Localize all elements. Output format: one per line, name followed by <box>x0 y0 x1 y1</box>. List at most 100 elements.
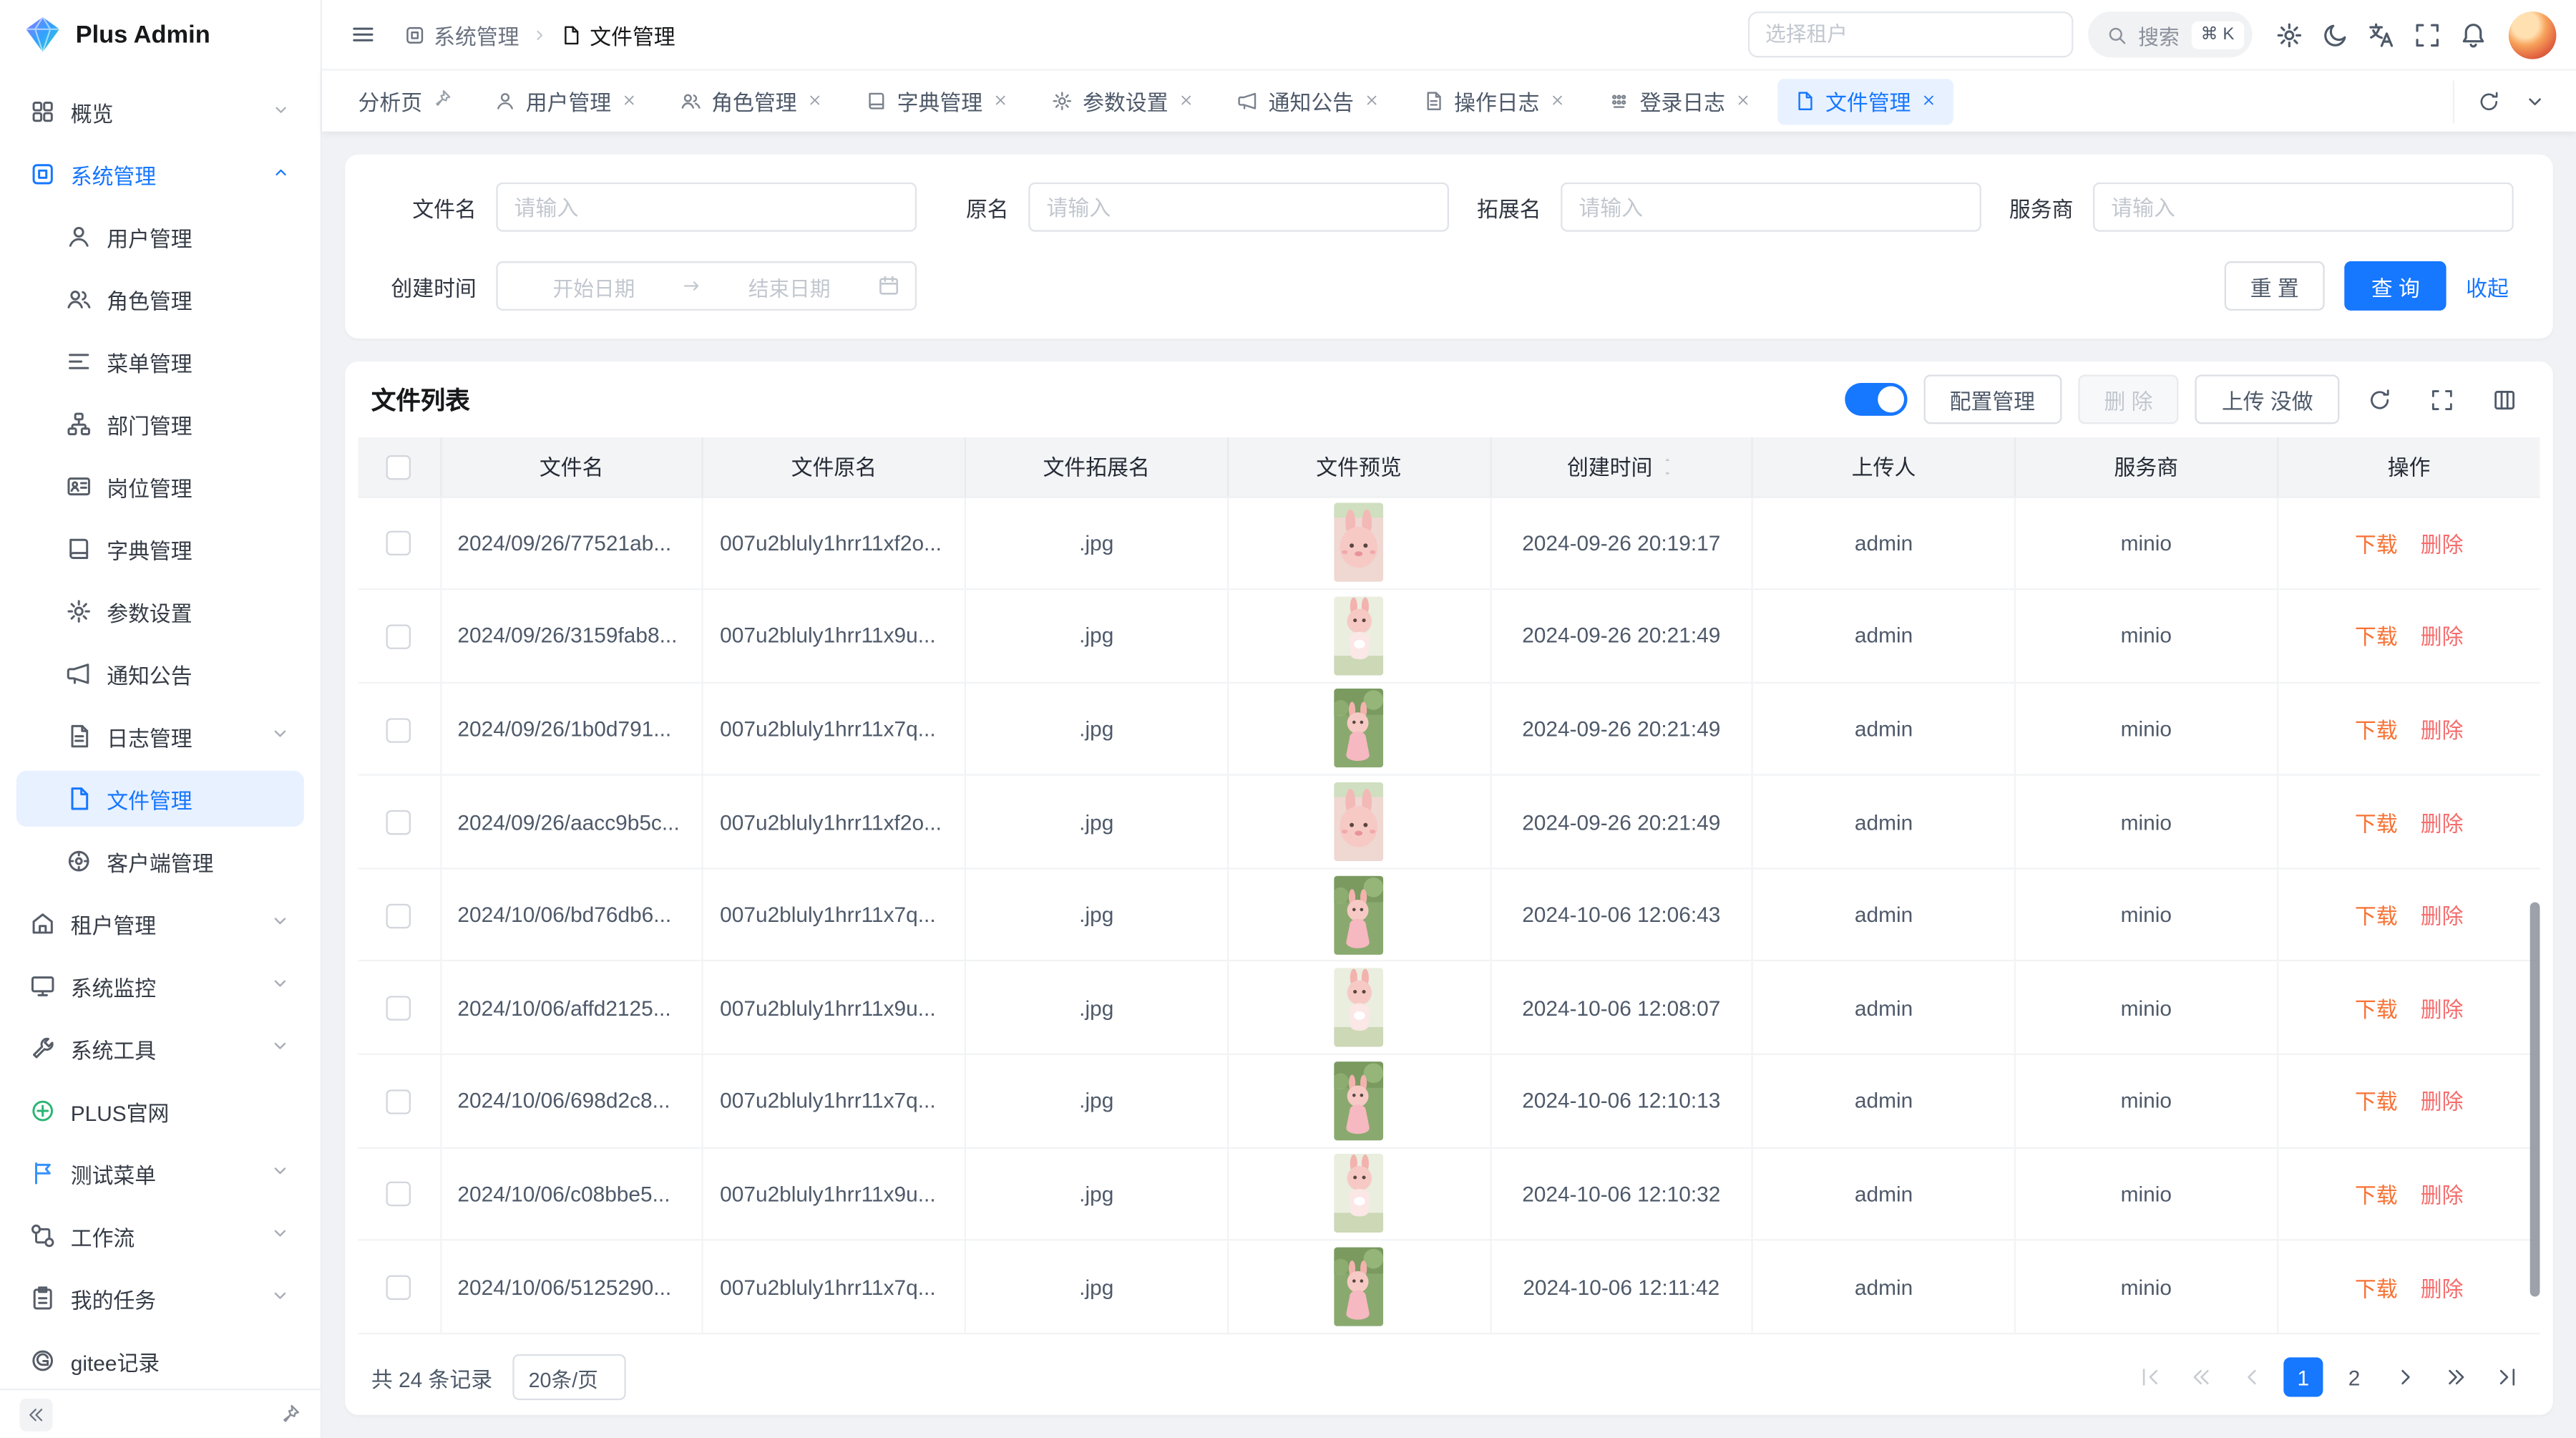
download-link[interactable]: 下载 <box>2355 718 2398 742</box>
row-checkbox[interactable] <box>386 531 411 555</box>
fullscreen-button[interactable] <box>2405 13 2448 56</box>
breadcrumb-item[interactable]: 文件管理 <box>560 19 675 50</box>
row-checkbox[interactable] <box>386 996 411 1021</box>
close-icon[interactable] <box>1178 89 1194 113</box>
delete-button[interactable]: 删 除 <box>2078 374 2179 424</box>
sidebar-item[interactable]: 概览 <box>16 84 304 140</box>
row-checkbox[interactable] <box>386 717 411 742</box>
last-page-button[interactable] <box>2487 1357 2527 1396</box>
column-header[interactable]: 操作 <box>2278 437 2540 497</box>
row-checkbox[interactable] <box>386 903 411 928</box>
breadcrumb-item[interactable]: 系统管理 <box>404 19 519 50</box>
jump-back-button[interactable] <box>2182 1357 2221 1396</box>
tab-item[interactable]: 通知公告 <box>1221 78 1397 124</box>
download-link[interactable]: 下载 <box>2355 532 2398 556</box>
sidebar-item[interactable]: 测试菜单 <box>16 1145 304 1201</box>
row-checkbox[interactable] <box>386 1182 411 1207</box>
sidebar-item[interactable]: 菜单管理 <box>16 334 304 389</box>
download-link[interactable]: 下载 <box>2355 625 2398 649</box>
cell-preview[interactable] <box>1228 961 1491 1054</box>
global-search-button[interactable]: 搜索 ⌘ K <box>2087 11 2253 57</box>
sidebar-item[interactable]: 通知公告 <box>16 646 304 701</box>
column-header[interactable]: 文件拓展名 <box>965 437 1228 497</box>
delete-link[interactable]: 删除 <box>2421 904 2464 928</box>
next-page-button[interactable] <box>2386 1357 2425 1396</box>
sidebar-item[interactable]: gitee记录 <box>16 1333 304 1389</box>
column-header[interactable]: 文件名 <box>440 437 703 497</box>
tab-active[interactable]: 文件管理 <box>1777 78 1953 124</box>
column-header[interactable]: 创建时间 <box>1490 437 1752 497</box>
sidebar-item[interactable]: 部门管理 <box>16 396 304 452</box>
app-logo[interactable]: Plus Admin <box>0 0 321 69</box>
sidebar-item[interactable]: 文件管理 <box>16 771 304 827</box>
fullscreen-table-button[interactable] <box>2419 376 2464 422</box>
tab-item[interactable]: 字典管理 <box>849 78 1025 124</box>
table-scrollbar[interactable] <box>2530 902 2540 1296</box>
close-icon[interactable] <box>1921 89 1937 113</box>
tab-item[interactable]: 分析页 <box>342 78 469 124</box>
filter-field-input[interactable] <box>2093 183 2514 232</box>
tab-item[interactable]: 角色管理 <box>664 78 840 124</box>
page-size-select[interactable]: 20条/页 <box>512 1354 626 1400</box>
sidebar-item[interactable]: 用户管理 <box>16 209 304 265</box>
sidebar-item[interactable]: PLUS官网 <box>16 1083 304 1139</box>
cell-preview[interactable] <box>1228 496 1491 589</box>
refresh-table-button[interactable] <box>2356 376 2401 422</box>
delete-link[interactable]: 删除 <box>2421 1183 2464 1208</box>
reset-button[interactable]: 重 置 <box>2224 261 2325 311</box>
cell-preview[interactable] <box>1228 682 1491 775</box>
download-link[interactable]: 下载 <box>2355 1183 2398 1208</box>
row-checkbox[interactable] <box>386 1276 411 1300</box>
tab-item[interactable]: 操作日志 <box>1407 78 1583 124</box>
user-avatar[interactable] <box>2509 11 2557 59</box>
bell-button[interactable] <box>2451 13 2494 56</box>
tenant-select-input[interactable] <box>1747 11 2073 57</box>
refresh-tabs-button[interactable] <box>2467 79 2510 122</box>
config-manage-button[interactable]: 配置管理 <box>1923 374 2062 424</box>
settings-button[interactable] <box>2267 13 2310 56</box>
download-link[interactable]: 下载 <box>2355 904 2398 928</box>
sidebar-item[interactable]: 客户端管理 <box>16 833 304 889</box>
close-icon[interactable] <box>992 89 1009 113</box>
close-icon[interactable] <box>621 89 638 113</box>
jump-forward-button[interactable] <box>2436 1357 2476 1396</box>
column-header[interactable]: 文件预览 <box>1228 437 1491 497</box>
row-checkbox[interactable] <box>386 624 411 648</box>
close-icon[interactable] <box>1735 89 1752 113</box>
tab-item[interactable]: 参数设置 <box>1035 78 1211 124</box>
row-checkbox[interactable] <box>386 810 411 835</box>
tab-item[interactable]: 登录日志 <box>1592 78 1768 124</box>
sort-icons[interactable] <box>1659 455 1676 477</box>
column-settings-button[interactable] <box>2481 376 2527 422</box>
sidebar-item[interactable]: 参数设置 <box>16 583 304 639</box>
sidebar-item[interactable]: 工作流 <box>16 1208 304 1263</box>
cell-preview[interactable] <box>1228 1054 1491 1147</box>
delete-link[interactable]: 删除 <box>2421 1090 2464 1114</box>
column-header[interactable]: 服务商 <box>2015 437 2278 497</box>
prev-page-button[interactable] <box>2233 1357 2272 1396</box>
sidebar-item[interactable]: 系统工具 <box>16 1021 304 1077</box>
pin-icon[interactable] <box>432 89 452 113</box>
filter-field-input[interactable] <box>1028 183 1449 232</box>
translate-button[interactable] <box>2359 13 2402 56</box>
tabs-menu-button[interactable] <box>2514 79 2557 122</box>
close-icon[interactable] <box>1364 89 1380 113</box>
download-link[interactable]: 下载 <box>2355 997 2398 1021</box>
sidebar-item[interactable]: 系统管理 <box>16 146 304 202</box>
sidebar-pin-icon[interactable] <box>279 1404 301 1425</box>
sidebar-item[interactable]: 字典管理 <box>16 521 304 577</box>
close-icon[interactable] <box>1549 89 1566 113</box>
delete-link[interactable]: 删除 <box>2421 718 2464 742</box>
sidebar-item[interactable]: 系统监控 <box>16 958 304 1014</box>
download-link[interactable]: 下载 <box>2355 1276 2398 1301</box>
collapse-filter-link[interactable]: 收起 <box>2466 271 2514 302</box>
column-header[interactable]: 上传人 <box>1752 437 2015 497</box>
cell-preview[interactable] <box>1228 868 1491 961</box>
column-header[interactable]: 文件原名 <box>703 437 965 497</box>
sidebar-item[interactable]: 岗位管理 <box>16 459 304 515</box>
cell-preview[interactable] <box>1228 1240 1491 1333</box>
row-checkbox[interactable] <box>386 1089 411 1114</box>
filter-field-input[interactable] <box>1561 183 1981 232</box>
close-icon[interactable] <box>806 89 823 113</box>
select-all-checkbox[interactable] <box>386 455 411 479</box>
